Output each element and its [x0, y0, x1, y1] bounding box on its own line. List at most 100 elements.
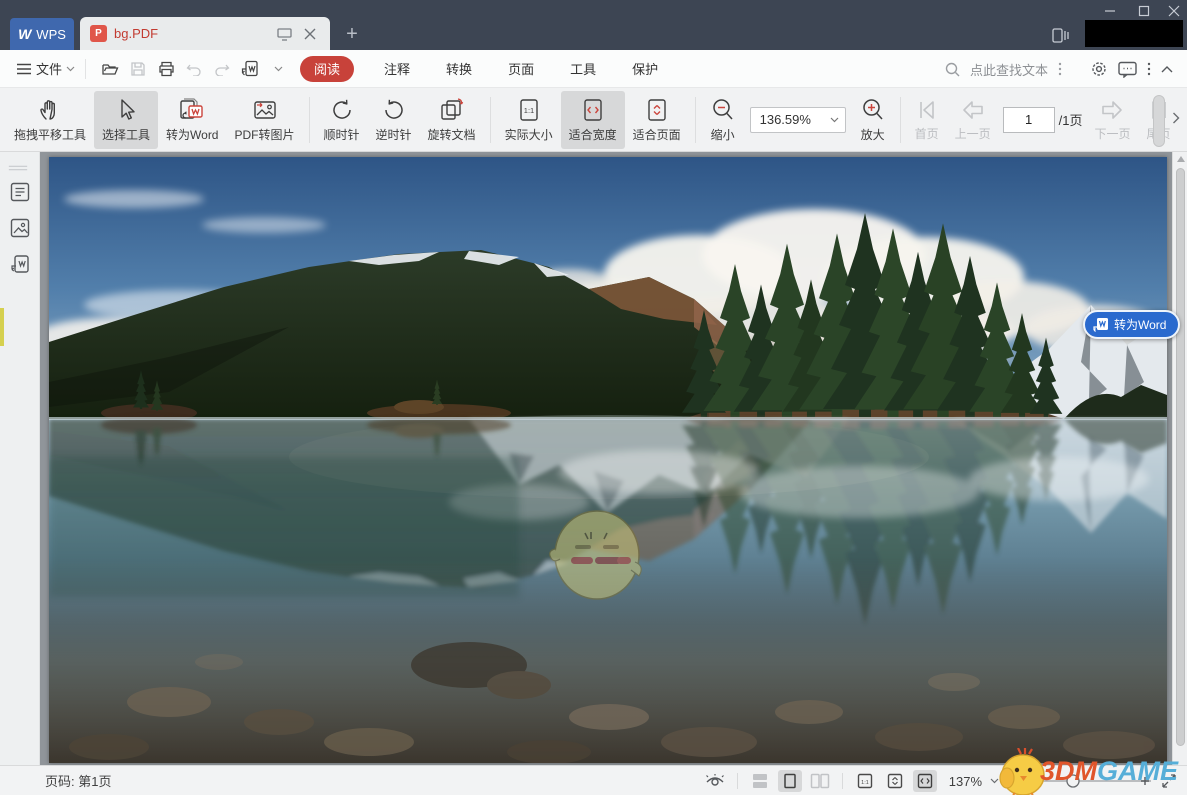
actual-size-label: 实际大小 [505, 126, 553, 143]
print-icon[interactable] [154, 57, 178, 81]
to-word-mini-icon [1093, 317, 1109, 332]
file-menu-label: 文件 [36, 59, 62, 78]
rotate-document-label: 旋转文档 [428, 126, 476, 143]
rotate-clockwise-button[interactable]: 顺时针 [316, 91, 368, 149]
zoom-level-value: 136.59% [760, 112, 811, 127]
search-icon[interactable] [945, 62, 960, 77]
prev-page-icon [960, 98, 986, 122]
cursor-icon [113, 97, 139, 123]
fit-width-button[interactable]: 适合宽度 [561, 91, 625, 149]
zoom-in-button[interactable]: 放大 [852, 91, 894, 149]
select-tool-label: 选择工具 [102, 126, 150, 143]
menu-separator [85, 59, 86, 79]
zoom-level-select[interactable]: 136.59% [750, 107, 846, 133]
open-file-icon[interactable] [98, 57, 122, 81]
prev-page-button[interactable]: 上一页 [947, 91, 999, 149]
zoom-menu-chevron-icon[interactable] [990, 778, 999, 784]
convert-to-word-label: 转为Word [166, 126, 218, 143]
split-view-icon[interactable] [1050, 26, 1072, 46]
zoom-out-button[interactable]: 缩小 [702, 91, 744, 149]
tab-page[interactable]: 页面 [490, 50, 552, 88]
minimize-button[interactable] [1096, 2, 1124, 20]
rotate-counterclockwise-button[interactable]: 逆时针 [368, 91, 420, 149]
first-page-button[interactable]: 首页 [907, 91, 947, 149]
export-word-icon[interactable] [238, 57, 262, 81]
zoom-out-icon [710, 97, 736, 123]
status-actual-size-icon[interactable]: 1:1 [853, 770, 877, 792]
undo-icon[interactable] [182, 57, 206, 81]
convert-to-word-floating-button[interactable]: 转为Word [1083, 310, 1180, 339]
document-tab[interactable]: P bg.PDF [80, 17, 330, 50]
tab-tools[interactable]: 工具 [552, 50, 614, 88]
scrollbar-thumb[interactable] [1176, 168, 1185, 746]
two-page-layout-icon[interactable] [808, 770, 832, 792]
hand-icon [37, 97, 63, 123]
account-area[interactable] [1085, 20, 1183, 47]
outline-panel-icon[interactable] [10, 182, 30, 202]
fit-page-icon [644, 97, 670, 123]
tab-close-icon[interactable] [300, 24, 320, 44]
toolbar-separator [900, 97, 901, 143]
toolbar-overflow-icon[interactable] [1172, 112, 1180, 127]
hamburger-icon [16, 63, 32, 75]
convert-to-word-button[interactable]: 转为Word [158, 91, 226, 149]
more-tools-chevron-icon[interactable] [266, 57, 290, 81]
to-word-panel-icon[interactable] [10, 254, 30, 274]
next-page-button[interactable]: 下一页 [1086, 91, 1138, 149]
tab-read[interactable]: 阅读 [300, 56, 354, 82]
select-tool-button[interactable]: 选择工具 [94, 91, 158, 149]
search-input[interactable]: 点此查找文本 [970, 60, 1048, 79]
actual-size-button[interactable]: 1:1 实际大小 [497, 91, 561, 149]
zoom-slider[interactable] [1005, 771, 1155, 791]
rotate-document-button[interactable]: 旋转文档 [420, 91, 484, 149]
wps-home-button[interactable]: W WPS [10, 18, 74, 50]
first-page-label: 首页 [915, 125, 939, 142]
wps-logo-icon: W [18, 26, 31, 42]
tab-annotate[interactable]: 注释 [366, 50, 428, 88]
pdf-to-image-icon [251, 97, 279, 123]
rotate-document-icon [438, 97, 466, 123]
pan-tool-label: 拖拽平移工具 [14, 126, 86, 143]
status-fit-page-icon[interactable] [883, 770, 907, 792]
status-fit-width-icon[interactable] [913, 770, 937, 792]
more-menu-icon[interactable] [1147, 62, 1151, 76]
status-page-label: 页码: 第1页 [45, 771, 111, 790]
pdf-to-image-button[interactable]: PDF转图片 [227, 91, 303, 149]
redo-icon[interactable] [210, 57, 234, 81]
eye-protect-icon[interactable] [703, 770, 727, 792]
next-page-label: 下一页 [1094, 125, 1130, 142]
rail-highlight-marker [0, 308, 4, 346]
tab-title: bg.PDF [114, 26, 268, 41]
toolbar-scroll-handle[interactable] [1153, 95, 1165, 147]
pdf-file-icon: P [90, 25, 107, 42]
search-options-icon[interactable] [1058, 62, 1062, 76]
collapse-toolbar-icon[interactable] [1161, 66, 1173, 73]
scroll-layout-icon[interactable] [748, 770, 772, 792]
page-number-input[interactable] [1003, 107, 1055, 133]
single-page-layout-icon[interactable] [778, 770, 802, 792]
save-icon[interactable] [126, 57, 150, 81]
gear-icon[interactable] [1090, 60, 1108, 78]
main-menu-button[interactable]: 文件 [16, 59, 75, 78]
scroll-up-icon[interactable] [1177, 156, 1185, 162]
fullscreen-icon[interactable] [1161, 773, 1177, 789]
wps-label: WPS [36, 27, 66, 42]
pan-tool-button[interactable]: 拖拽平移工具 [6, 91, 94, 149]
rail-drag-handle-icon[interactable] [8, 158, 28, 178]
presentation-icon[interactable] [274, 24, 294, 44]
maximize-button[interactable] [1130, 2, 1158, 20]
fit-page-button[interactable]: 适合页面 [625, 91, 689, 149]
floating-button-label: 转为Word [1114, 316, 1166, 333]
pdf-to-image-label: PDF转图片 [235, 126, 295, 143]
tab-protect[interactable]: 保护 [614, 50, 676, 88]
toolbar: 拖拽平移工具 选择工具 转为Word PDF转图片 顺时针 逆时针 旋转文档 1… [0, 88, 1187, 152]
new-tab-button[interactable]: + [340, 22, 364, 46]
toolbar-separator [695, 97, 696, 143]
tab-convert[interactable]: 转换 [428, 50, 490, 88]
tab-label: 保护 [632, 59, 658, 78]
pdf-page-image[interactable] [49, 157, 1167, 763]
feedback-icon[interactable] [1118, 61, 1137, 78]
window-close-button[interactable] [1160, 2, 1187, 20]
vertical-scrollbar[interactable] [1172, 152, 1187, 765]
images-panel-icon[interactable] [10, 218, 30, 238]
